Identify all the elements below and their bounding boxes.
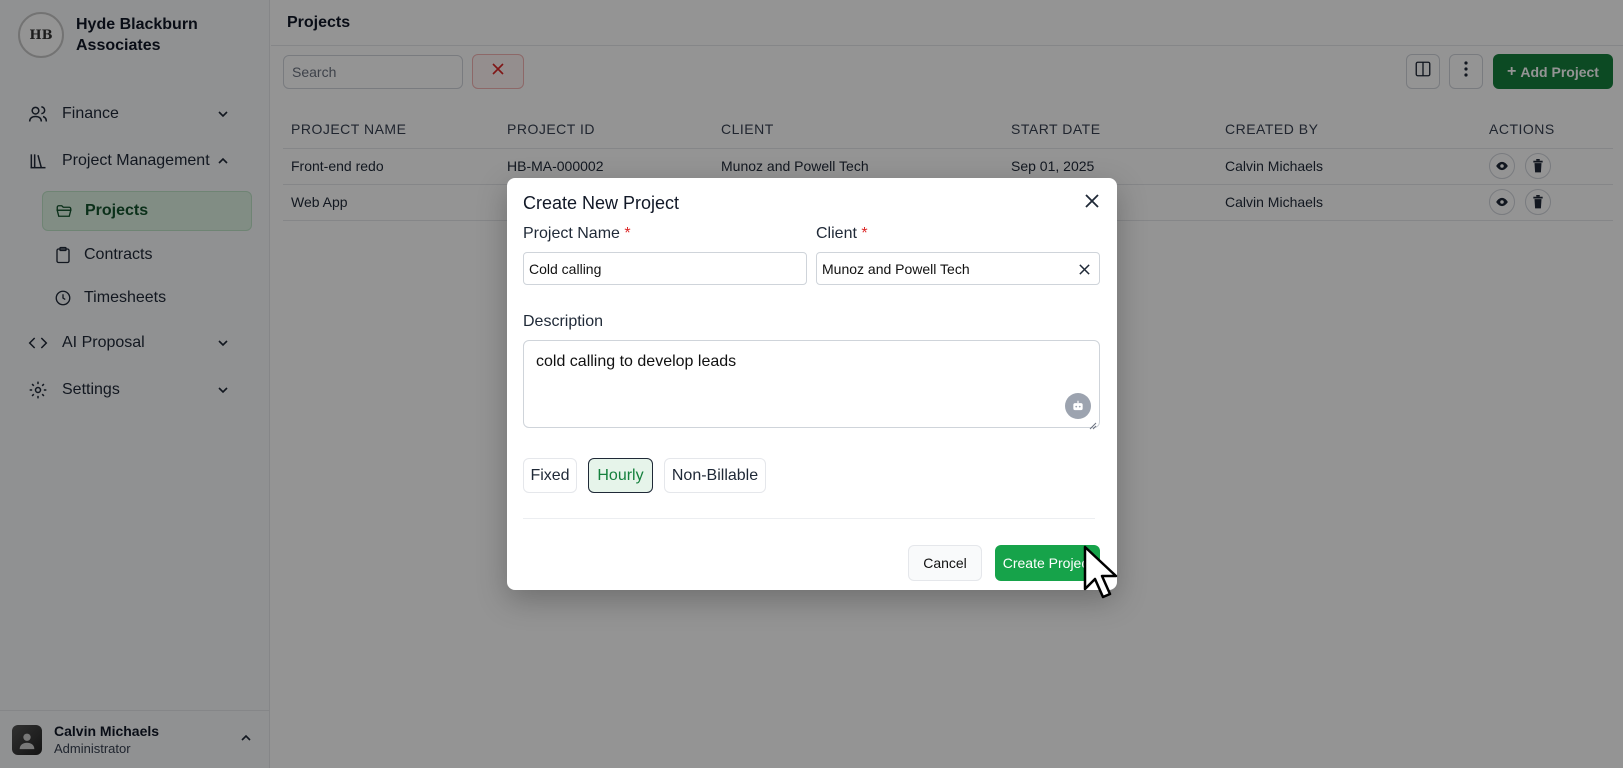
cancel-button[interactable]: Cancel (908, 545, 982, 581)
ai-assist-button[interactable] (1065, 393, 1091, 419)
close-icon (1084, 193, 1100, 214)
client-label: Client * (816, 225, 868, 243)
close-dialog-button[interactable] (1081, 192, 1103, 214)
description-textarea[interactable]: cold calling to develop leads (523, 340, 1100, 430)
project-name-value: Cold calling (529, 260, 602, 277)
create-project-dialog: Create New Project Project Name * Client… (507, 178, 1117, 590)
required-marker: * (624, 225, 631, 242)
divider (523, 518, 1095, 519)
description-label: Description (523, 313, 604, 330)
resize-handle-icon[interactable] (1089, 417, 1097, 430)
clear-client-button[interactable] (1075, 260, 1093, 278)
mouse-cursor-icon (1083, 545, 1118, 599)
billing-option-fixed[interactable]: Fixed (523, 458, 577, 493)
project-name-label-text: Project Name (523, 225, 620, 242)
billing-option-non-billable[interactable]: Non-Billable (664, 458, 766, 493)
dialog-title: Create New Project (523, 193, 680, 213)
project-name-label: Project Name * (523, 225, 631, 243)
client-value: Munoz and Powell Tech (822, 260, 970, 277)
description-value: cold calling to develop leads (536, 353, 737, 370)
client-select[interactable]: Munoz and Powell Tech (816, 252, 1100, 285)
required-marker: * (861, 225, 868, 242)
client-label-text: Client (816, 225, 857, 242)
project-name-input[interactable]: Cold calling (523, 252, 807, 285)
billing-option-hourly[interactable]: Hourly (588, 458, 653, 493)
